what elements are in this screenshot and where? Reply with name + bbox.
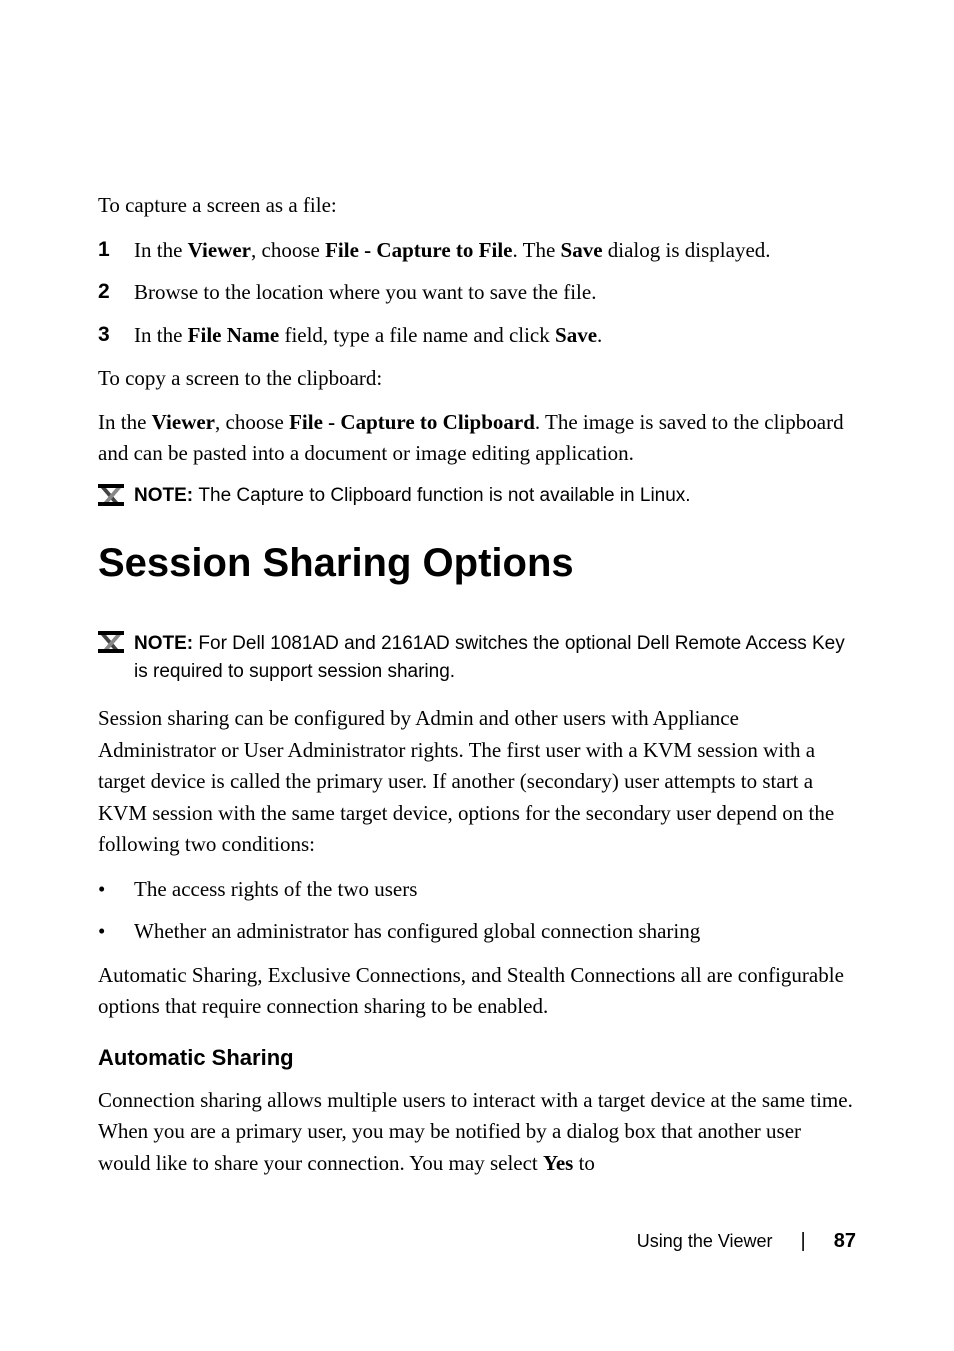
session-paragraph: Session sharing can be configured by Adm… <box>98 703 856 861</box>
page-content: To capture a screen as a file: 1 In the … <box>0 0 954 1179</box>
conditions-list: • The access rights of the two users • W… <box>98 873 856 948</box>
text: In the <box>134 323 188 347</box>
text: to <box>573 1151 595 1175</box>
text: dialog is displayed. <box>603 238 771 262</box>
footer-separator: | <box>801 1230 806 1253</box>
heading-automatic-sharing: Automatic Sharing <box>98 1045 856 1071</box>
bullet-icon: • <box>98 873 134 906</box>
note-text: NOTE: For Dell 1081AD and 2161AD switche… <box>134 630 856 685</box>
note-body: For Dell 1081AD and 2161AD switches the … <box>134 633 845 682</box>
bullet-icon: • <box>98 915 134 948</box>
bullet-body: Whether an administrator has configured … <box>134 915 856 948</box>
copy-intro-paragraph: To copy a screen to the clipboard: <box>98 363 856 395</box>
page-footer: Using the Viewer | 87 <box>637 1230 856 1253</box>
text: . The <box>513 238 561 262</box>
step-1: 1 In the Viewer, choose File - Capture t… <box>98 234 856 267</box>
step-body: In the File Name field, type a file name… <box>134 319 856 352</box>
copy-paragraph: In the Viewer, choose File - Capture to … <box>98 407 856 470</box>
bold-text: Yes <box>543 1151 573 1175</box>
step-3: 3 In the File Name field, type a file na… <box>98 319 856 352</box>
bold-text: File Name <box>188 323 280 347</box>
note-text: NOTE: The Capture to Clipboard function … <box>134 482 691 510</box>
step-body: Browse to the location where you want to… <box>134 276 856 309</box>
bold-text: Viewer <box>152 410 215 434</box>
list-item: • The access rights of the two users <box>98 873 856 906</box>
bold-text: Save <box>555 323 597 347</box>
capture-steps-list: 1 In the Viewer, choose File - Capture t… <box>98 234 856 352</box>
note-label: NOTE: <box>134 485 198 506</box>
text: Connection sharing allows multiple users… <box>98 1088 853 1175</box>
text: , choose <box>215 410 289 434</box>
intro-paragraph: To capture a screen as a file: <box>98 190 856 222</box>
note-icon <box>98 631 124 653</box>
step-number: 1 <box>98 234 134 267</box>
list-item: • Whether an administrator has configure… <box>98 915 856 948</box>
footer-page-number: 87 <box>834 1230 856 1253</box>
text: In the <box>98 410 152 434</box>
text: In the <box>134 238 188 262</box>
note-icon <box>98 484 124 506</box>
text: , choose <box>251 238 325 262</box>
step-2: 2 Browse to the location where you want … <box>98 276 856 309</box>
bullet-body: The access rights of the two users <box>134 873 856 906</box>
footer-title: Using the Viewer <box>637 1231 773 1252</box>
note-label: NOTE: <box>134 633 198 654</box>
bold-text: Save <box>561 238 603 262</box>
bold-text: File - Capture to File <box>325 238 512 262</box>
note-2: NOTE: For Dell 1081AD and 2161AD switche… <box>98 630 856 685</box>
step-number: 3 <box>98 319 134 352</box>
heading-session-sharing: Session Sharing Options <box>98 541 856 586</box>
note-1: NOTE: The Capture to Clipboard function … <box>98 482 856 510</box>
bold-text: File - Capture to Clipboard <box>289 410 535 434</box>
auto-paragraph: Automatic Sharing, Exclusive Connections… <box>98 960 856 1023</box>
note-body: The Capture to Clipboard function is not… <box>198 485 690 506</box>
text: field, type a file name and click <box>279 323 555 347</box>
step-body: In the Viewer, choose File - Capture to … <box>134 234 856 267</box>
bold-text: Viewer <box>188 238 251 262</box>
text: . <box>597 323 602 347</box>
auto-sharing-paragraph: Connection sharing allows multiple users… <box>98 1085 856 1180</box>
step-number: 2 <box>98 276 134 309</box>
